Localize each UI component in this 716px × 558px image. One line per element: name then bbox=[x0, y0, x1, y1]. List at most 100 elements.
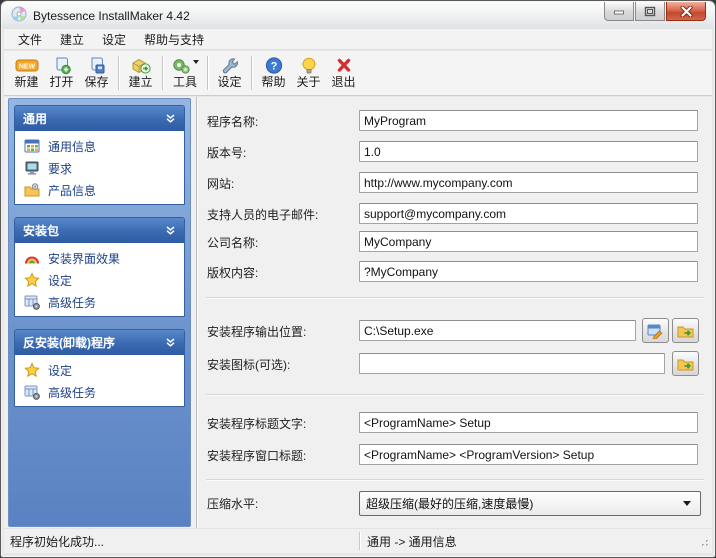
sidebar-section-uninstaller-header[interactable]: 反安装(卸载)程序 bbox=[15, 330, 184, 355]
sidebar-item-install-ui-effects[interactable]: 安装界面效果 bbox=[15, 247, 184, 269]
maximize-icon bbox=[644, 6, 656, 17]
toolbar-separator bbox=[207, 56, 208, 90]
content-area: 通用 通用信息 要求 产品信息 bbox=[4, 97, 712, 528]
separator bbox=[206, 297, 704, 298]
separator bbox=[206, 394, 704, 395]
company-name-label: 公司名称: bbox=[207, 234, 258, 251]
installer-title-input[interactable] bbox=[359, 412, 698, 433]
build-package-icon bbox=[130, 55, 152, 75]
open-document-icon bbox=[52, 55, 72, 75]
sidebar-item-uninstall-advanced-tasks[interactable]: 高级任务 bbox=[15, 381, 184, 403]
collapse-chevron-icon[interactable] bbox=[165, 225, 176, 236]
menu-build[interactable]: 建立 bbox=[51, 29, 93, 50]
dropdown-arrow-icon bbox=[683, 501, 691, 506]
about-button[interactable]: 关于 bbox=[291, 53, 326, 93]
close-button[interactable] bbox=[666, 2, 706, 21]
menu-file[interactable]: 文件 bbox=[9, 29, 51, 50]
toolbar-separator bbox=[118, 56, 119, 90]
statusbar-divider bbox=[359, 532, 360, 550]
table-gear-icon bbox=[24, 384, 40, 400]
sidebar-section-install-package-header[interactable]: 安装包 bbox=[15, 218, 184, 243]
copyright-label: 版权内容: bbox=[207, 264, 258, 281]
wrench-icon bbox=[220, 55, 240, 75]
settings-button[interactable]: 设定 bbox=[212, 53, 247, 93]
sidebar-section-general: 通用 通用信息 要求 产品信息 bbox=[14, 105, 185, 205]
collapse-chevron-icon[interactable] bbox=[165, 337, 176, 348]
install-icon-input[interactable] bbox=[359, 353, 665, 374]
rainbow-icon bbox=[24, 250, 40, 266]
sidebar-section-install-package: 安装包 安装界面效果 设定 高级任 bbox=[14, 217, 185, 317]
exit-x-icon bbox=[334, 55, 354, 75]
resize-grip-icon[interactable] bbox=[698, 536, 710, 551]
toolbar-separator bbox=[162, 56, 163, 90]
support-email-input[interactable] bbox=[359, 203, 698, 224]
help-question-icon: ? bbox=[264, 55, 284, 75]
star-icon bbox=[24, 362, 40, 378]
maximize-button[interactable] bbox=[635, 2, 665, 21]
sidebar-item-package-advanced-tasks[interactable]: 高级任务 bbox=[15, 291, 184, 313]
exit-button[interactable]: 退出 bbox=[326, 53, 361, 93]
star-icon bbox=[24, 272, 40, 288]
window-caption-input[interactable] bbox=[359, 444, 698, 465]
lightbulb-icon bbox=[299, 55, 319, 75]
form-panel: 程序名称: 版本号: 网站: 支持人员的电子邮件: 公司名称: 版权内容: 安装… bbox=[198, 97, 711, 528]
copyright-input[interactable] bbox=[359, 261, 698, 282]
company-name-input[interactable] bbox=[359, 231, 698, 252]
compression-label: 压缩水平: bbox=[207, 495, 258, 512]
svg-text:?: ? bbox=[270, 60, 277, 72]
compression-select[interactable]: 超级压缩(最好的压缩,速度最慢) bbox=[359, 491, 701, 516]
sidebar-item-product-info[interactable]: 产品信息 bbox=[15, 179, 184, 201]
save-button[interactable]: 保存 bbox=[79, 53, 114, 93]
product-folder-icon bbox=[24, 182, 40, 198]
svg-text:NEW: NEW bbox=[18, 64, 35, 71]
browse-folder-icon bbox=[677, 356, 695, 372]
tools-button[interactable]: 工具 bbox=[167, 53, 203, 93]
sidebar-item-general-info[interactable]: 通用信息 bbox=[15, 135, 184, 157]
status-message: 程序初始化成功... bbox=[4, 533, 104, 550]
grid-window-icon bbox=[24, 138, 40, 154]
open-button[interactable]: 打开 bbox=[44, 53, 79, 93]
website-label: 网站: bbox=[207, 175, 234, 192]
sidebar-section-general-header[interactable]: 通用 bbox=[15, 106, 184, 131]
edit-document-icon bbox=[647, 323, 665, 339]
new-badge-icon: NEW bbox=[14, 55, 40, 75]
new-button[interactable]: NEW 新建 bbox=[9, 53, 44, 93]
window-title: Bytessence InstallMaker 4.42 bbox=[33, 9, 190, 23]
program-name-label: 程序名称: bbox=[207, 113, 258, 130]
menu-settings[interactable]: 设定 bbox=[93, 29, 135, 50]
output-path-label: 安装程序输出位置: bbox=[207, 323, 306, 340]
toolbar: NEW 新建 打开 保存 建立 bbox=[4, 51, 712, 96]
installer-title-label: 安装程序标题文字: bbox=[207, 415, 306, 432]
browse-icon-button[interactable] bbox=[672, 351, 699, 376]
toolbar-separator bbox=[251, 56, 252, 90]
version-label: 版本号: bbox=[207, 144, 246, 161]
version-input[interactable] bbox=[359, 141, 698, 162]
website-input[interactable] bbox=[359, 172, 698, 193]
app-icon bbox=[11, 6, 27, 25]
status-location: 通用 -> 通用信息 bbox=[367, 533, 457, 550]
app-window: Bytessence InstallMaker 4.42 文件 建立 设定 帮助… bbox=[0, 0, 716, 558]
sidebar-item-uninstall-settings[interactable]: 设定 bbox=[15, 359, 184, 381]
install-icon-label: 安装图标(可选): bbox=[207, 356, 290, 373]
browse-output-button[interactable] bbox=[672, 318, 699, 343]
sidebar-splitter[interactable] bbox=[196, 97, 197, 528]
minimize-button[interactable] bbox=[604, 2, 634, 21]
sidebar-item-requirements[interactable]: 要求 bbox=[15, 157, 184, 179]
minimize-icon bbox=[613, 6, 625, 16]
table-gear-icon bbox=[24, 294, 40, 310]
output-path-input[interactable] bbox=[359, 320, 636, 341]
help-button[interactable]: ? 帮助 bbox=[256, 53, 291, 93]
sidebar-section-uninstaller: 反安装(卸载)程序 设定 高级任务 bbox=[14, 329, 185, 407]
menu-help-support[interactable]: 帮助与支持 bbox=[135, 29, 213, 50]
browse-folder-icon bbox=[677, 323, 695, 339]
program-name-input[interactable] bbox=[359, 110, 698, 131]
sidebar-item-package-settings[interactable]: 设定 bbox=[15, 269, 184, 291]
edit-output-button[interactable] bbox=[642, 318, 669, 343]
save-document-icon bbox=[87, 55, 107, 75]
collapse-chevron-icon[interactable] bbox=[165, 113, 176, 124]
monitor-icon bbox=[24, 160, 40, 176]
build-button[interactable]: 建立 bbox=[123, 53, 158, 93]
menubar: 文件 建立 设定 帮助与支持 bbox=[4, 29, 712, 50]
sidebar: 通用 通用信息 要求 产品信息 bbox=[8, 98, 191, 527]
titlebar: Bytessence InstallMaker 4.42 bbox=[2, 2, 714, 29]
